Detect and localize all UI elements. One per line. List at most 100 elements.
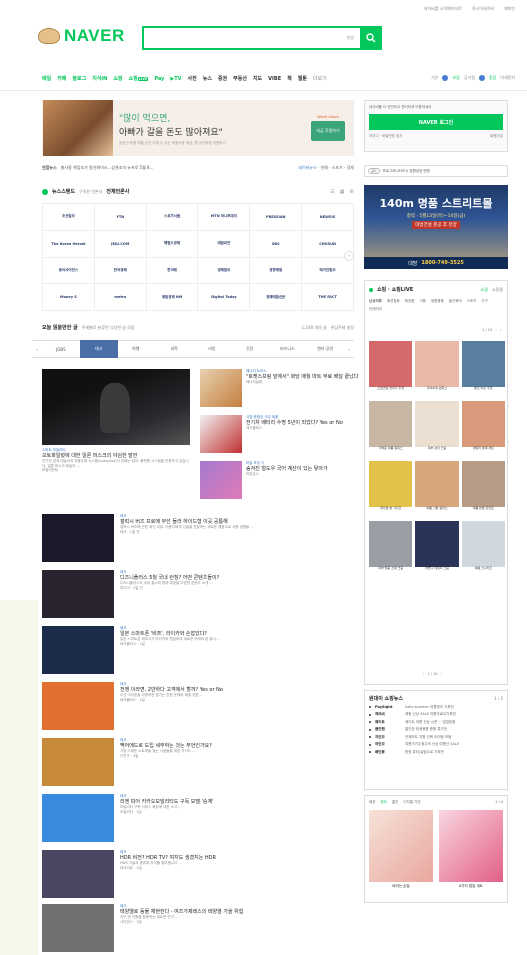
shop-product[interactable]: 여름 반팔 포인트 bbox=[461, 461, 505, 519]
shopping-news-row[interactable]: 여민모 여름가가주점주의 신상 여름산 SALE bbox=[369, 742, 503, 747]
notice-bar[interactable]: 공지 프로그모니터즈시 장원상호 텐핑 bbox=[364, 165, 508, 177]
shop-tab-shopping[interactable]: 쇼핑 bbox=[481, 287, 488, 293]
press-logo[interactable]: NEWSIS bbox=[302, 204, 354, 231]
nav-realestate[interactable]: 부동산 bbox=[233, 75, 247, 82]
press-logo[interactable]: JEJU.COM bbox=[94, 230, 147, 258]
press-logo[interactable]: 헤럴드경제 bbox=[146, 230, 199, 258]
find-account-link[interactable]: 아이디 · 비밀번호 찾기 bbox=[369, 134, 402, 139]
link-entertain[interactable]: 연예 bbox=[321, 165, 328, 170]
nav-blog[interactable]: 블로그 bbox=[72, 75, 86, 82]
search-button[interactable] bbox=[360, 26, 382, 50]
feed-item[interactable]: 테크 갤럭시 버즈 프로에 무선 들라 하이드형 이곳 공통해 갤럭시 버즈에 관한… bbox=[42, 514, 354, 562]
shopping-news-row[interactable]: PaySight hello summer 여름맞이 기획전 bbox=[369, 705, 503, 710]
press-logo[interactable]: 매거진일보 bbox=[302, 257, 354, 285]
press-logo[interactable]: 스포츠서울 bbox=[146, 204, 199, 231]
nav-vibe[interactable]: VIBE bbox=[268, 76, 281, 82]
feed-item[interactable]: 테크 일본 스마트폰 '비쯔', 라이카와 손잡았다? 일본 스마트폰 제조사가 라… bbox=[42, 626, 354, 674]
nav-webtoon[interactable]: 웹툰 bbox=[298, 75, 307, 82]
tab-living[interactable]: 리빙 bbox=[193, 346, 231, 352]
nav-dict[interactable]: 사전 bbox=[188, 75, 197, 82]
feed-item[interactable]: 테크 전쟁 이라면, 2만하다 고객에서 할까? Yes or No 무선 이어폰을… bbox=[42, 682, 354, 730]
shop-category[interactable]: 출산육아 bbox=[449, 299, 462, 304]
press-logo[interactable]: 매일경제 NM bbox=[146, 284, 199, 311]
card-tab-beauty[interactable]: 뷰티 bbox=[380, 800, 386, 805]
card-tab-fashion[interactable]: 패션 bbox=[369, 800, 375, 805]
press-logo[interactable]: YTN bbox=[94, 204, 147, 231]
shop-product[interactable]: 여름 기본 원피스 bbox=[415, 461, 459, 519]
ad-cta-button[interactable]: 지금 후원하기 bbox=[311, 121, 345, 141]
shop-product[interactable]: 오일코팅 연마기 추천 bbox=[369, 341, 413, 399]
nav-map[interactable]: 지도 bbox=[253, 75, 262, 82]
nav-stock[interactable]: 증권 bbox=[218, 75, 227, 82]
shop-product[interactable]: 데일리 팔찌 세트 bbox=[461, 401, 505, 459]
card-product[interactable]: 바라는 손질 bbox=[369, 810, 433, 889]
tab-health[interactable]: 건강 bbox=[231, 346, 269, 352]
shopping-next-bottom[interactable]: › bbox=[441, 672, 442, 676]
grid-view-icon[interactable]: ▦ bbox=[340, 189, 345, 195]
ime-toggle[interactable]: 한글 bbox=[347, 35, 354, 41]
feed-item[interactable]: 테크 HDR 비전? HDR TV? 여지도 생겼지는 HDR HDR 기술의 종류… bbox=[42, 850, 354, 898]
press-logo[interactable]: THE FACT bbox=[302, 284, 354, 311]
shop-product[interactable]: 우아하게 원피스 bbox=[415, 341, 459, 399]
feed-item[interactable]: 테크 맥어에드로 도입 세무하는 것는 무언인가요? 가장 가벼운 노트북을 찾는 … bbox=[42, 738, 354, 786]
news-ticker[interactable]: 연합뉴스 충사용 책임조가 왕선화이스...상권조의 뉴프로 5월 8... 네… bbox=[42, 165, 354, 171]
feature-caption[interactable]: 스마트 모빌리티 오토파일럿에 대한 일론 머스크의 야심한 발언 전기차 업계… bbox=[42, 448, 192, 473]
nav-book[interactable]: 책 bbox=[287, 75, 292, 82]
press-logo[interactable]: metro bbox=[94, 284, 147, 311]
weather-widget[interactable]: 기온 흐림 공기질 좋음 미세먼지 bbox=[431, 75, 515, 81]
shop-category[interactable]: 남성의류 bbox=[369, 299, 382, 304]
today-settings[interactable]: 관심주제 설정 bbox=[331, 325, 354, 331]
tab-jobs[interactable]: JOBS bbox=[42, 347, 80, 352]
link-economy[interactable]: 경제 bbox=[347, 165, 354, 170]
press-logo[interactable]: 경제일보 bbox=[198, 257, 251, 285]
settings-icon[interactable]: ⚙ bbox=[350, 189, 354, 195]
shop-category[interactable]: 가구 bbox=[481, 299, 487, 304]
press-logo[interactable]: PRESSIAN bbox=[250, 204, 303, 231]
newsstand-all[interactable]: 전체언론사 bbox=[106, 188, 129, 195]
shop-category[interactable]: 식품 bbox=[419, 299, 425, 304]
shop-category[interactable]: 생활용품 bbox=[431, 299, 444, 304]
list-view-icon[interactable]: ☰ bbox=[330, 189, 334, 195]
top-link-happybean[interactable]: 해피빈 bbox=[504, 6, 515, 12]
news-ticker-text[interactable]: 충사용 책임조가 왕선화이스...상권조의 뉴프로 5월 8... bbox=[61, 165, 154, 171]
shopping-prev-bottom[interactable]: ‹ bbox=[423, 672, 424, 676]
shopping-news-row[interactable]: 캐리비 캐링 신상 SALE 여름무료이기획전 bbox=[369, 712, 503, 717]
side-item[interactable]: 에너지 트러스 "로켓스프링 앞에서" 화당 매월 마트 무료 배달 끝났다 에너지… bbox=[200, 369, 360, 407]
login-button[interactable]: NAVER 로그인 bbox=[369, 114, 503, 130]
card-tab-home[interactable]: 홈인 bbox=[392, 800, 398, 805]
press-logo[interactable]: 한국경제 bbox=[94, 257, 147, 285]
top-link-jr[interactable]: 쥬니어네이버 bbox=[472, 6, 494, 12]
tab-travel[interactable]: 여행· bbox=[118, 346, 156, 352]
shop-product[interactable]: 팬츠 라인 추천 bbox=[461, 341, 505, 399]
press-logo[interactable]: 조선일보 bbox=[43, 204, 95, 231]
press-next-button[interactable]: › bbox=[344, 251, 354, 261]
naver-logo[interactable]: NAVER bbox=[38, 26, 125, 46]
shop-category[interactable]: 인테리어 bbox=[369, 307, 382, 312]
press-logo[interactable]: 한겨레 bbox=[146, 257, 199, 285]
feed-item[interactable]: 테크 태양열로 동물 재현한다 - 여즈가제레스의 태양열 가을 위험 지구 밖 자… bbox=[42, 904, 354, 952]
tab-tech[interactable]: 테크 bbox=[79, 340, 118, 358]
tab-science[interactable]: 과학 bbox=[155, 346, 193, 352]
link-naver-news[interactable]: 네이버뉴스 bbox=[298, 165, 316, 170]
side-item[interactable]: 사업·종합몬 사업 제품 전기차 배터리 수명 5년이 되었다? Yes or N… bbox=[200, 415, 360, 453]
shop-category[interactable]: 패션잡화 bbox=[387, 299, 400, 304]
shop-product[interactable]: 바쁘니 데일리 크림 bbox=[415, 521, 459, 579]
shop-product[interactable]: 여름 스니커즈 bbox=[461, 521, 505, 579]
nav-cafe[interactable]: 카페 bbox=[57, 75, 66, 82]
shop-product[interactable]: 피부 관리 크림 bbox=[415, 401, 459, 459]
shopping-news-row[interactable]: 지민모 언제라도 지원 선택 아이템 모음 bbox=[369, 735, 503, 740]
ad-banner[interactable]: "많이 먹으면, 아빠가 갈을 돈도 많아져요" 방성연 후원 매월 돈만 드릴… bbox=[42, 100, 354, 156]
link-sports[interactable]: 스포츠 bbox=[332, 165, 343, 170]
shop-category[interactable]: 스포츠 bbox=[467, 299, 477, 304]
nav-kin[interactable]: 지식iN bbox=[92, 75, 107, 82]
tab-entertain[interactable]: 엔터·공연 bbox=[306, 346, 344, 352]
feed-item[interactable]: 테크 리엔 피어 카카오모빌리티도 구독 모델 '승계' 모빌리티 구독 서비스 확… bbox=[42, 794, 354, 842]
tab-prev[interactable]: ‹ bbox=[32, 347, 42, 352]
tab-business[interactable]: 비즈니스 bbox=[269, 346, 307, 352]
nav-shopping-live[interactable]: 쇼핑LIVE bbox=[129, 75, 149, 82]
feed-item[interactable]: 테크 디즈니플러스 5월 국내 런칭? 어떤 콘텐츠들이? 디즈니플러스의 국내 출… bbox=[42, 570, 354, 618]
shop-product[interactable]: 피부 맞춤 소재 크림 bbox=[369, 521, 413, 579]
press-logo[interactable]: Digital Today bbox=[198, 284, 251, 311]
shop-product[interactable]: 캐주얼 뷰 가디건 bbox=[369, 461, 413, 519]
newsstand-title[interactable]: 뉴스스탠드 bbox=[52, 188, 75, 195]
